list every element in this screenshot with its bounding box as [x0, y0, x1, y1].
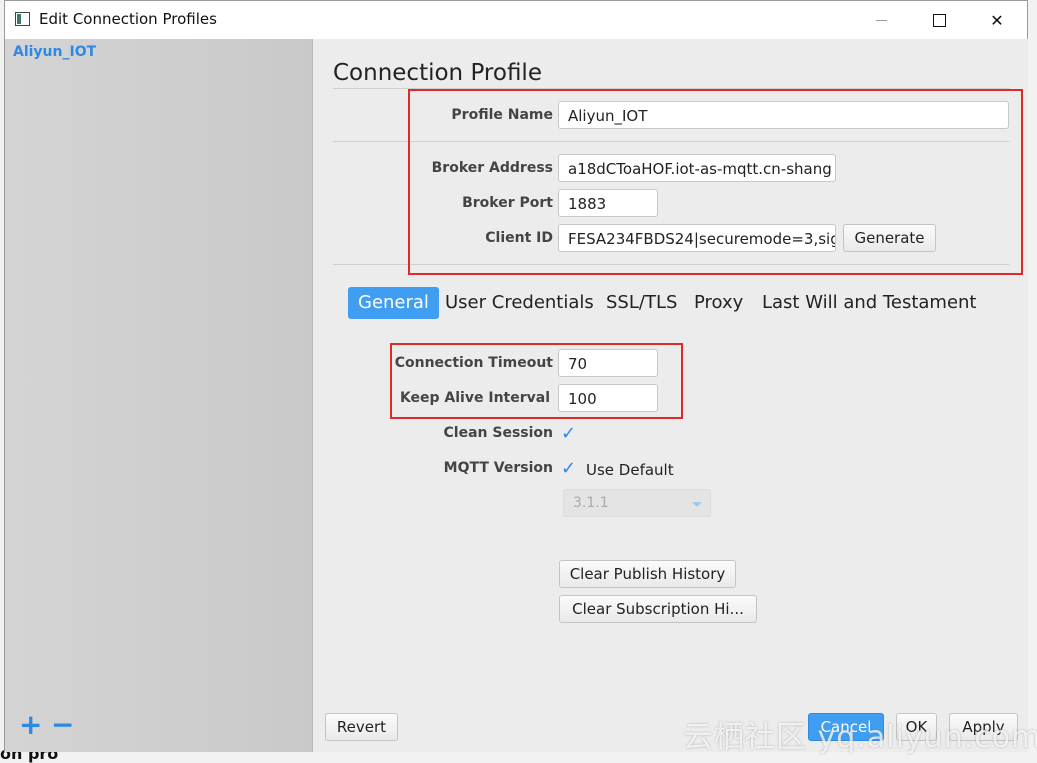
mqtt-version-select[interactable]: 3.1.1: [563, 489, 711, 517]
edit-connection-profiles-window: Edit Connection Profiles ✕ Aliyun_IOT + …: [4, 0, 1028, 752]
chevron-down-icon: [692, 502, 702, 507]
highlight-box-broker: [408, 89, 1023, 275]
close-icon[interactable]: ✕: [968, 1, 1026, 39]
sidebar-item-aliyun-iot[interactable]: Aliyun_IOT: [13, 44, 96, 60]
use-default-checkbox[interactable]: ✓: [561, 460, 579, 478]
mqtt-version-label: MQTT Version: [443, 460, 553, 476]
title-bar[interactable]: Edit Connection Profiles ✕: [5, 1, 1027, 39]
minimize-icon[interactable]: [852, 1, 910, 39]
clean-session-checkbox[interactable]: ✓: [561, 425, 579, 443]
watermark: 云栖社区 yq.aliyun.com: [683, 720, 1037, 755]
revert-button[interactable]: Revert: [325, 713, 398, 741]
clean-session-label: Clean Session: [443, 425, 553, 441]
tab-proxy[interactable]: Proxy: [684, 287, 753, 319]
clear-publish-history-button[interactable]: Clear Publish History: [559, 560, 736, 588]
mqtt-version-value: 3.1.1: [573, 495, 609, 511]
tab-ssl-tls[interactable]: SSL/TLS: [596, 287, 687, 319]
profile-editor: Connection Profile Profile Name Aliyun_I…: [313, 39, 1028, 752]
tab-last-will[interactable]: Last Will and Testament: [752, 287, 986, 319]
window-title: Edit Connection Profiles: [39, 10, 217, 28]
profiles-sidebar: Aliyun_IOT + −: [5, 39, 313, 752]
use-default-label: Use Default: [586, 461, 674, 479]
remove-profile-button[interactable]: −: [51, 711, 74, 739]
maximize-icon[interactable]: [910, 1, 968, 39]
clear-subscription-history-button[interactable]: Clear Subscription Hi...: [559, 595, 757, 623]
highlight-box-timeouts: [390, 343, 683, 419]
page-title: Connection Profile: [333, 60, 542, 86]
tab-user-credentials[interactable]: User Credentials: [435, 287, 604, 319]
tab-general[interactable]: General: [348, 287, 439, 319]
app-icon: [15, 12, 30, 26]
add-profile-button[interactable]: +: [19, 711, 42, 739]
